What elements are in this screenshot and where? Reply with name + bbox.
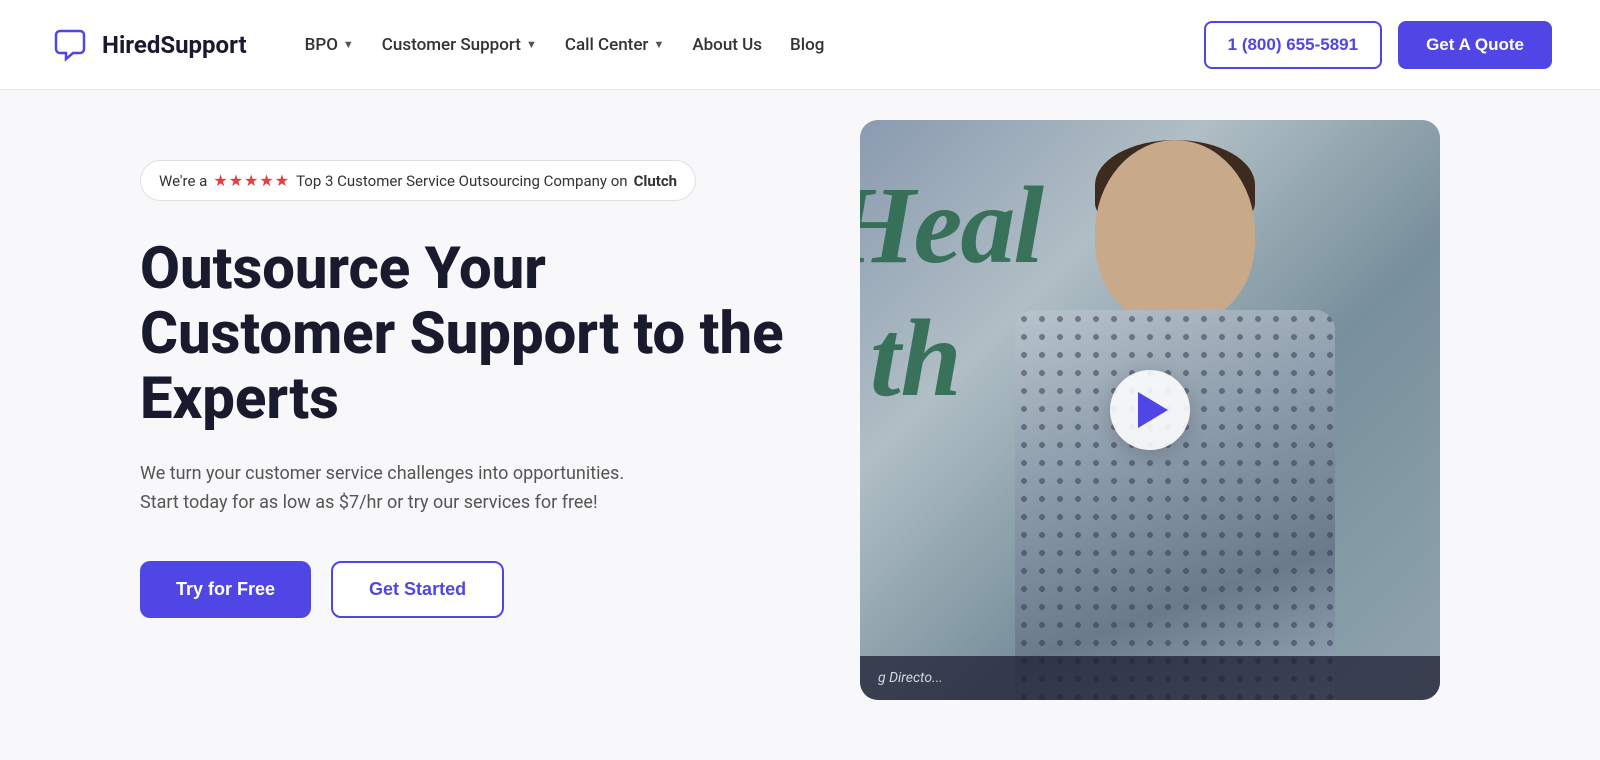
nav-link-about[interactable]: About Us [682, 27, 772, 63]
phone-button[interactable]: 1 (800) 655-5891 [1204, 21, 1382, 69]
nav-right: 1 (800) 655-5891 Get A Quote [1204, 21, 1552, 69]
shirt-pattern [1015, 310, 1335, 700]
caption-text: g Directo... [878, 670, 943, 686]
nav-left: HiredSupport BPO ▼ Customer Support ▼ Ca… [48, 23, 834, 67]
nav-item-bpo[interactable]: BPO ▼ [295, 27, 364, 63]
logo-icon [48, 23, 92, 67]
nav-item-customer-support[interactable]: Customer Support ▼ [372, 27, 547, 63]
nav-link-bpo[interactable]: BPO ▼ [295, 27, 364, 63]
nav-link-blog[interactable]: Blog [780, 27, 834, 63]
chevron-down-icon: ▼ [653, 38, 664, 51]
body [1015, 310, 1335, 700]
get-quote-button[interactable]: Get A Quote [1398, 21, 1552, 69]
chevron-down-icon: ▼ [526, 38, 537, 51]
hero-subtitle: We turn your customer service challenges… [140, 460, 640, 518]
hero-title: Outsource Your Customer Support to the E… [140, 237, 800, 432]
nav-link-customer-support[interactable]: Customer Support ▼ [372, 27, 547, 63]
logo-text: HiredSupport [102, 31, 247, 59]
logo-link[interactable]: HiredSupport [48, 23, 247, 67]
hero-buttons: Try for Free Get Started [140, 561, 800, 618]
video-caption-bar: g Directo... [860, 656, 1440, 700]
badge-prefix: We're a [159, 172, 207, 190]
clutch-label: Clutch [634, 172, 677, 190]
stars-icon: ★★★★★ [213, 171, 290, 190]
chevron-down-icon: ▼ [343, 38, 354, 51]
hero-content: We're a ★★★★★ Top 3 Customer Service Out… [140, 130, 800, 618]
play-button[interactable] [1110, 370, 1190, 450]
nav-link-call-center[interactable]: Call Center ▼ [555, 27, 675, 63]
trust-badge: We're a ★★★★★ Top 3 Customer Service Out… [140, 160, 696, 201]
badge-middle-text: Top 3 Customer Service Outsourcing Compa… [296, 172, 628, 190]
navbar: HiredSupport BPO ▼ Customer Support ▼ Ca… [0, 0, 1600, 90]
nav-links: BPO ▼ Customer Support ▼ Call Center ▼ A… [295, 27, 835, 63]
try-free-button[interactable]: Try for Free [140, 561, 311, 618]
head [1095, 140, 1255, 325]
hero-section: We're a ★★★★★ Top 3 Customer Service Out… [0, 90, 1600, 760]
play-icon [1138, 392, 1168, 428]
nav-item-blog[interactable]: Blog [780, 27, 834, 63]
nav-item-about[interactable]: About Us [682, 27, 772, 63]
get-started-button[interactable]: Get Started [331, 561, 504, 618]
hero-video[interactable]: Heal th g Directo... [860, 120, 1440, 700]
nav-item-call-center[interactable]: Call Center ▼ [555, 27, 675, 63]
